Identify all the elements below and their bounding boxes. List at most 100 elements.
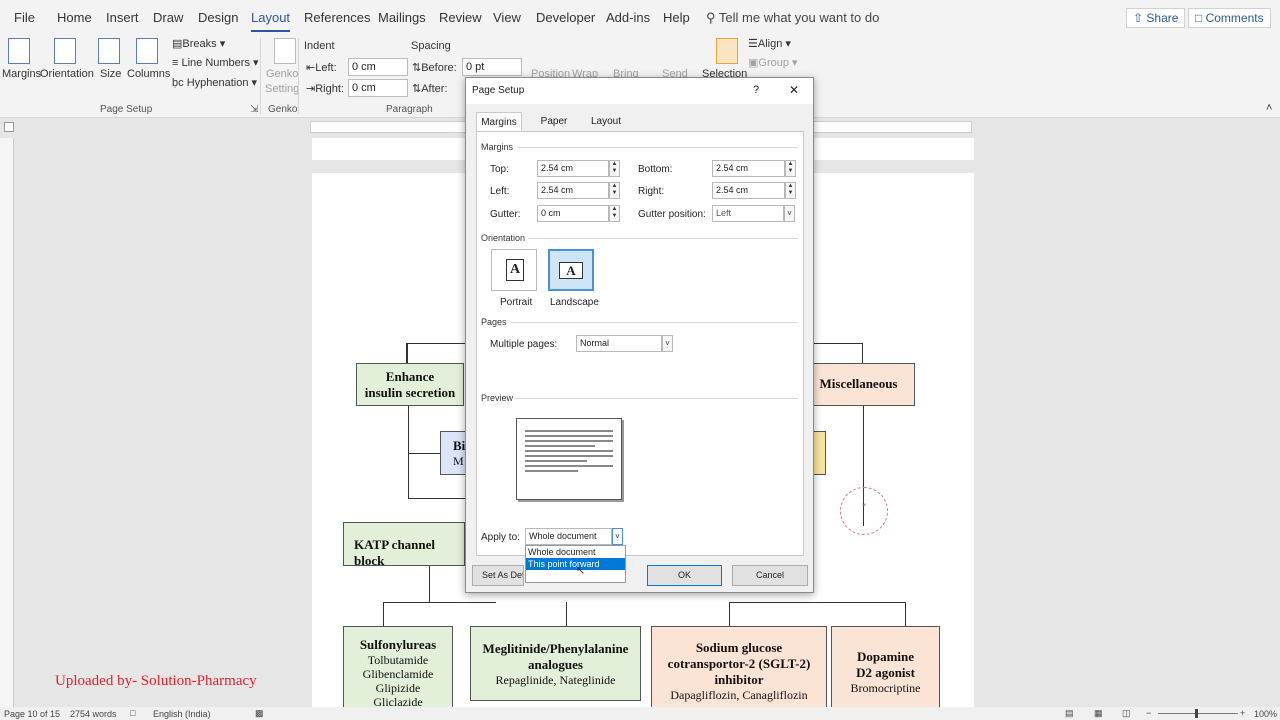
set-as-default-button[interactable]: Set As Defa bbox=[472, 565, 524, 586]
align-button[interactable]: ☰Align ▾ bbox=[748, 37, 791, 50]
sglt2-box: Sodium glucose cotransportor-2 (SGLT-2) … bbox=[651, 626, 827, 713]
right-margin-spinner[interactable]: ▲ ▼ bbox=[785, 182, 796, 199]
section-divider bbox=[516, 398, 798, 399]
landscape-button[interactable]: A bbox=[548, 249, 594, 291]
genko-button-sub: Setting bbox=[265, 83, 300, 95]
apply-option-whole[interactable]: Whole document bbox=[526, 546, 625, 558]
vertical-ruler[interactable] bbox=[0, 138, 14, 708]
web-layout-icon[interactable]: ◫ bbox=[1122, 708, 1131, 719]
section-divider bbox=[528, 238, 798, 239]
spacing-label: Spacing bbox=[411, 40, 451, 52]
group-icon: ▣ bbox=[748, 57, 759, 69]
hyphenation-button[interactable]: ḅc Hyphenation ▾ bbox=[172, 76, 257, 89]
menu-layout[interactable]: Layout bbox=[251, 10, 291, 32]
orientation-icon bbox=[54, 38, 76, 64]
gutter-label: Gutter: bbox=[490, 209, 521, 220]
gutter-input[interactable]: 0 cm bbox=[537, 205, 609, 222]
spacing-before-input[interactable]: 0 pt bbox=[462, 58, 522, 76]
page-count[interactable]: Page 10 of 15 bbox=[4, 709, 60, 719]
connector-line bbox=[383, 602, 384, 626]
group-button[interactable]: ▣Group ▾ bbox=[748, 56, 798, 69]
bottom-margin-input[interactable]: 2.54 cm bbox=[712, 160, 785, 177]
menu-view[interactable]: View bbox=[493, 10, 521, 25]
tab-paper[interactable]: Paper bbox=[532, 112, 576, 132]
connector-line bbox=[406, 343, 408, 363]
portrait-button[interactable]: A bbox=[491, 249, 537, 291]
menu-developer[interactable]: Developer bbox=[536, 10, 595, 25]
close-icon[interactable]: ✕ bbox=[789, 83, 799, 97]
connector-line bbox=[383, 602, 496, 603]
word-count[interactable]: 2754 words bbox=[70, 709, 117, 719]
line-numbers-label: Line Numbers bbox=[181, 57, 250, 69]
drug-glipizide: Glipizide bbox=[375, 681, 421, 695]
margins-button[interactable]: Margins bbox=[2, 68, 41, 80]
hidden-box-right bbox=[812, 431, 826, 475]
menu-references[interactable]: References bbox=[304, 10, 370, 25]
menu-mailings[interactable]: Mailings bbox=[378, 10, 426, 25]
top-margin-spinner[interactable]: ▲ ▼ bbox=[609, 160, 620, 177]
read-mode-icon[interactable]: ▤ bbox=[1065, 708, 1074, 719]
apply-to-select[interactable]: Whole document bbox=[525, 528, 612, 545]
tab-selector-icon[interactable] bbox=[4, 122, 14, 132]
left-margin-label: Left: bbox=[490, 186, 510, 197]
zoom-slider[interactable] bbox=[1158, 713, 1238, 714]
indent-left-label: ⇤Left: bbox=[306, 61, 337, 74]
size-button[interactable]: Size bbox=[100, 68, 121, 80]
menu-addins[interactable]: Add-ins bbox=[606, 10, 650, 25]
sglt2-drugs: Dapagliflozin, Canagliflozin bbox=[670, 688, 808, 702]
ok-button[interactable]: OK bbox=[647, 565, 722, 586]
left-margin-input[interactable]: 2.54 cm bbox=[537, 182, 609, 199]
help-button[interactable]: ? bbox=[753, 84, 759, 96]
sglt2-title-1: Sodium glucose bbox=[695, 640, 783, 655]
genko-button[interactable]: Genko bbox=[266, 68, 298, 80]
proofing-icon[interactable]: □ bbox=[130, 708, 135, 718]
section-divider bbox=[510, 322, 798, 323]
share-button[interactable]: ⇧ Share bbox=[1126, 8, 1186, 28]
menu-draw[interactable]: Draw bbox=[153, 10, 183, 25]
print-layout-icon[interactable]: ▦ bbox=[1094, 708, 1103, 719]
menu-help[interactable]: Help bbox=[663, 10, 690, 25]
connector-line bbox=[566, 602, 567, 626]
tell-me-search[interactable]: ⚲ Tell me what you want to do bbox=[706, 10, 879, 26]
zoom-slider-handle[interactable] bbox=[1195, 709, 1198, 718]
chevron-down-icon[interactable]: ˅ bbox=[784, 205, 795, 222]
chevron-down-icon[interactable]: ˅ bbox=[662, 335, 673, 352]
menu-insert[interactable]: Insert bbox=[106, 10, 139, 25]
zoom-level[interactable]: 100% bbox=[1254, 709, 1277, 719]
columns-button[interactable]: Columns bbox=[127, 68, 170, 80]
menu-design[interactable]: Design bbox=[198, 10, 238, 25]
columns-icon bbox=[136, 38, 158, 64]
portrait-label: Portrait bbox=[500, 297, 533, 308]
zoom-in-icon[interactable]: + bbox=[1240, 708, 1245, 718]
gutter-spinner[interactable]: ▲ ▼ bbox=[609, 205, 620, 222]
bottom-margin-spinner[interactable]: ▲ ▼ bbox=[785, 160, 796, 177]
left-margin-spinner[interactable]: ▲ ▼ bbox=[609, 182, 620, 199]
cancel-button[interactable]: Cancel bbox=[732, 565, 808, 586]
menu-review[interactable]: Review bbox=[439, 10, 482, 25]
tab-margins[interactable]: Margins bbox=[476, 112, 522, 132]
apply-to-label: Apply to: bbox=[481, 532, 520, 543]
macro-icon[interactable]: ▩ bbox=[255, 708, 264, 719]
orientation-button[interactable]: Orientation bbox=[40, 68, 94, 80]
menu-file[interactable]: File bbox=[14, 10, 35, 25]
language[interactable]: English (India) bbox=[153, 709, 211, 719]
zoom-out-icon[interactable]: − bbox=[1146, 708, 1151, 718]
collapse-ribbon-icon[interactable]: ˄ bbox=[1266, 102, 1272, 114]
line-numbers-button[interactable]: ≡ Line Numbers ▾ bbox=[172, 56, 259, 69]
gutter-position-select[interactable]: Left bbox=[712, 205, 784, 222]
breaks-button[interactable]: ▤Breaks ▾ bbox=[172, 37, 225, 50]
breaks-icon: ▤ bbox=[172, 38, 183, 50]
menu-home[interactable]: Home bbox=[57, 10, 92, 25]
multiple-pages-select[interactable]: Normal bbox=[576, 335, 662, 352]
sglt2-title-2: cotransportor-2 (SGLT-2) bbox=[667, 656, 811, 671]
dopamine-title-2: D2 agonist bbox=[856, 665, 915, 680]
genko-group-label: Genko bbox=[268, 104, 298, 115]
page-setup-launcher-icon[interactable]: ⇲ bbox=[250, 104, 258, 115]
comments-button[interactable]: □ Comments bbox=[1188, 8, 1271, 28]
tab-layout[interactable]: Layout bbox=[584, 112, 628, 132]
chevron-down-icon[interactable]: ˅ bbox=[612, 528, 623, 545]
top-margin-input[interactable]: 2.54 cm bbox=[537, 160, 609, 177]
indent-left-input[interactable]: 0 cm bbox=[348, 58, 408, 76]
indent-right-input[interactable]: 0 cm bbox=[348, 79, 408, 97]
right-margin-input[interactable]: 2.54 cm bbox=[712, 182, 785, 199]
